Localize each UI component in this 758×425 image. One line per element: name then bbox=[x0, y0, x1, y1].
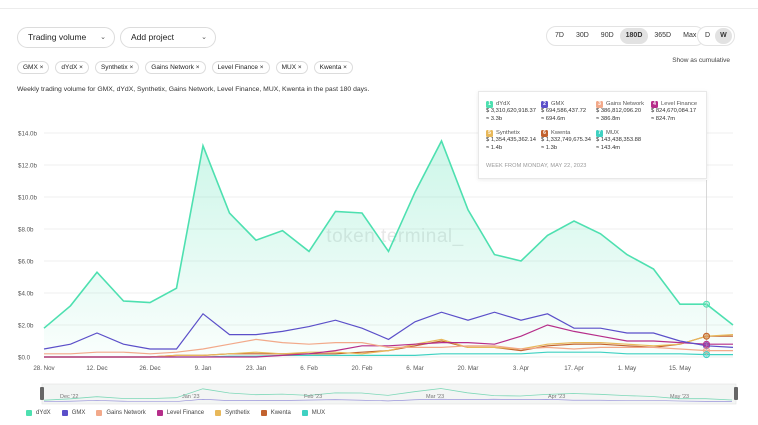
y-tick-label: $4.0b bbox=[18, 291, 34, 298]
legend-swatch bbox=[215, 410, 222, 416]
series-swatch: 3 bbox=[596, 101, 603, 109]
tooltip-series-name: Synthetix bbox=[496, 130, 520, 136]
tooltip-value: $ 694,586,437.72 bbox=[541, 108, 587, 115]
hover-point bbox=[703, 340, 710, 348]
tooltip-item: 2 GMX $ 694,586,437.72 ≈ 694.6m bbox=[541, 101, 586, 123]
chart-legend: dYdX GMX Gains Network Level Finance Synthet… bbox=[26, 410, 325, 416]
y-tick-label: $12.0b bbox=[18, 163, 37, 170]
legend-label: Kwenta bbox=[270, 410, 291, 416]
tooltip-item: 3 Gains Network $ 386,812,096.20 ≈ 386.8m bbox=[596, 101, 644, 123]
x-tick-label: 26. Dec bbox=[139, 365, 160, 372]
y-tick-label: $2.0b bbox=[18, 323, 34, 330]
navigator-tick-label: Apr '23 bbox=[548, 394, 565, 400]
tooltip-short-value: ≈ 1.4b bbox=[486, 144, 503, 151]
x-tick-label: 23. Jan bbox=[246, 365, 267, 372]
tooltip-series-name: GMX bbox=[551, 101, 565, 107]
navigator-tick-label: Feb '23 bbox=[304, 394, 322, 400]
series-swatch: 7 bbox=[596, 130, 603, 138]
tooltip-value: $ 1,354,435,362.14 bbox=[486, 137, 536, 144]
tooltip-item: 6 Kwenta $ 1,332,749,675.34 ≈ 1.3b bbox=[541, 130, 591, 152]
legend-swatch bbox=[301, 410, 308, 416]
tooltip-value: $ 386,812,096.20 bbox=[596, 108, 642, 115]
series-swatch: 2 bbox=[541, 101, 548, 109]
tooltip-item: 1 dYdX $ 3,310,620,918.37 ≈ 3.3b bbox=[486, 101, 536, 123]
legend-item[interactable]: MUX bbox=[301, 410, 326, 416]
legend-item[interactable]: Gains Network bbox=[96, 410, 146, 416]
hover-point bbox=[703, 351, 710, 359]
chart-tooltip: 1 dYdX $ 3,310,620,918.37 ≈ 3.3b 2 GMX $ 6… bbox=[478, 91, 707, 179]
y-tick-label: $0.0 bbox=[18, 355, 31, 362]
tooltip-item: 4 Level Finance $ 824,670,084.17 ≈ 824.7m bbox=[651, 101, 697, 123]
legend-label: Gains Network bbox=[106, 410, 146, 416]
tooltip-short-value: ≈ 824.7m bbox=[651, 115, 676, 122]
tooltip-value: $ 824,670,084.17 bbox=[651, 108, 697, 115]
tooltip-short-value: ≈ 3.3b bbox=[486, 115, 503, 122]
legend-swatch bbox=[26, 410, 32, 416]
series-swatch: 5 bbox=[486, 130, 493, 138]
hover-point bbox=[703, 332, 710, 340]
x-tick-label: 9. Jan bbox=[195, 365, 212, 372]
tooltip-short-value: ≈ 1.3b bbox=[541, 144, 558, 151]
tooltip-series-name: MUX bbox=[606, 130, 619, 136]
navigator-tick-label: Jan '23 bbox=[182, 394, 200, 400]
legend-swatch bbox=[96, 410, 103, 416]
legend-item[interactable]: Kwenta bbox=[260, 410, 291, 416]
tooltip-value: $ 1,332,749,675.34 bbox=[541, 137, 591, 144]
tooltip-short-value: ≈ 386.8m bbox=[596, 115, 621, 122]
tooltip-item: 5 Synthetix $ 1,354,435,362.14 ≈ 1.4b bbox=[486, 130, 536, 152]
x-tick-label: 15. May bbox=[669, 365, 692, 372]
tooltip-value: $ 143,438,353.88 bbox=[596, 137, 642, 144]
legend-label: Level Finance bbox=[166, 410, 205, 416]
tooltip-series-name: Gains Network bbox=[606, 101, 645, 107]
navigator-tick-label: Mar '23 bbox=[426, 394, 444, 400]
legend-item[interactable]: dYdX bbox=[26, 410, 51, 416]
tooltip-short-value: ≈ 143.4m bbox=[596, 144, 621, 151]
legend-swatch bbox=[156, 410, 163, 416]
x-tick-label: 17. Apr bbox=[564, 365, 584, 372]
tooltip-series-name: dYdX bbox=[496, 101, 511, 107]
legend-item[interactable]: Synthetix bbox=[215, 410, 250, 416]
legend-label: GMX bbox=[71, 410, 86, 416]
x-tick-label: 12. Dec bbox=[86, 365, 107, 372]
legend-swatch bbox=[61, 410, 68, 416]
legend-label: dYdX bbox=[36, 410, 51, 416]
y-tick-label: $10.0b bbox=[18, 195, 37, 202]
legend-swatch bbox=[260, 410, 267, 416]
legend-item[interactable]: Level Finance bbox=[156, 410, 205, 416]
legend-label: MUX bbox=[311, 410, 326, 416]
volume-chart: $0.0 $2.0b $4.0b $6.0b $8.0b $10.0b $12.0b $14.… bbox=[18, 131, 738, 405]
x-tick-label: 3. Apr bbox=[513, 365, 529, 372]
navigator-tick-label: May '23 bbox=[670, 394, 689, 400]
legend-label: Synthetix bbox=[225, 410, 250, 416]
legend-item[interactable]: GMX bbox=[61, 410, 86, 416]
series-swatch: 6 bbox=[541, 130, 548, 138]
tooltip-short-value: ≈ 694.6m bbox=[541, 115, 566, 122]
navigator-handle-left bbox=[40, 387, 44, 400]
x-tick-label: 20. Mar bbox=[458, 365, 479, 372]
x-tick-label: 1. May bbox=[618, 365, 637, 372]
navigator-tick-label: Dec '22 bbox=[60, 394, 78, 400]
tooltip-week: WEEK FROM MONDAY, MAY 22, 2023 bbox=[486, 163, 587, 169]
series-swatch: 4 bbox=[651, 101, 658, 109]
navigator-handle-right bbox=[734, 387, 738, 400]
x-tick-label: 28. Nov bbox=[33, 365, 55, 372]
tooltip-value: $ 3,310,620,918.37 bbox=[486, 108, 536, 115]
hover-point bbox=[703, 300, 710, 308]
tooltip-item: 7 MUX $ 143,438,353.88 ≈ 143.4m bbox=[596, 130, 641, 152]
tooltip-series-name: Level Finance bbox=[661, 101, 698, 107]
x-tick-label: 6. Feb bbox=[300, 365, 318, 372]
y-tick-label: $8.0b bbox=[18, 227, 34, 234]
y-tick-label: $6.0b bbox=[18, 259, 34, 266]
series-swatch: 1 bbox=[486, 101, 493, 109]
tooltip-series-name: Kwenta bbox=[551, 130, 571, 136]
x-tick-label: 20. Feb bbox=[352, 365, 374, 372]
x-tick-label: 6. Mar bbox=[406, 365, 424, 372]
y-tick-label: $14.0b bbox=[18, 131, 37, 138]
